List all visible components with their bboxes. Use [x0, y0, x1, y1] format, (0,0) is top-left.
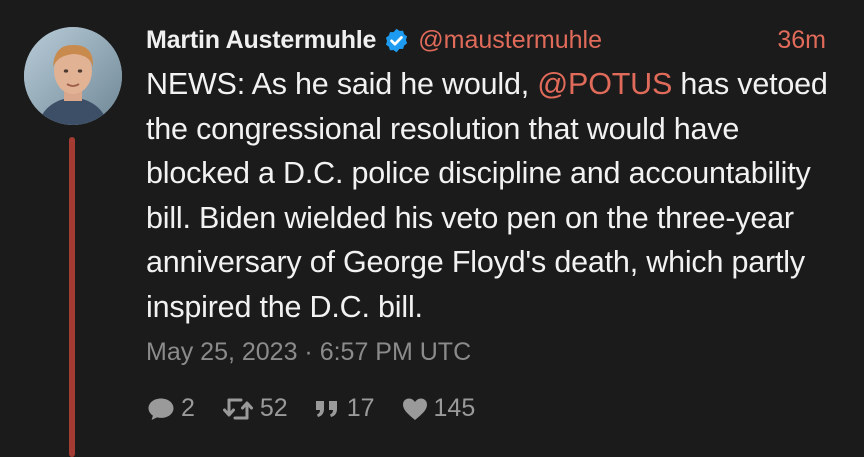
mention-link[interactable]: @POTUS — [537, 67, 672, 101]
comment-icon — [146, 396, 181, 422]
tweet-timestamp[interactable]: May 25, 2023 · 6:57 PM UTC — [146, 338, 471, 367]
tweet-header: Martin Austermuhle @maustermuhle 36m — [146, 22, 846, 58]
reply-stat[interactable]: 2 — [146, 394, 195, 423]
author-handle[interactable]: @maustermuhle — [418, 26, 602, 55]
tweet-stats: 2 52 17 145 — [146, 394, 501, 423]
retweet-count: 52 — [259, 394, 288, 422]
tweet-text-start: NEWS: As he said he would, — [146, 67, 538, 101]
reply-count: 2 — [181, 394, 195, 422]
tweet-text: NEWS: As he said he would, @POTUS has ve… — [146, 62, 846, 329]
quote-count: 17 — [346, 394, 375, 422]
retweet-icon — [221, 396, 260, 422]
heart-icon — [401, 396, 434, 422]
retweet-stat[interactable]: 52 — [221, 394, 288, 423]
like-count: 145 — [433, 394, 476, 422]
verified-badge-icon — [386, 28, 408, 52]
avatar[interactable] — [24, 27, 122, 125]
thread-line — [69, 137, 75, 457]
quote-stat[interactable]: 17 — [314, 394, 375, 423]
tweet-text-end: has vetoed the congressional resolution … — [146, 67, 828, 324]
like-stat[interactable]: 145 — [401, 394, 476, 423]
quote-icon — [314, 397, 347, 421]
relative-time[interactable]: 36m — [777, 26, 826, 55]
author-name[interactable]: Martin Austermuhle — [146, 26, 376, 55]
